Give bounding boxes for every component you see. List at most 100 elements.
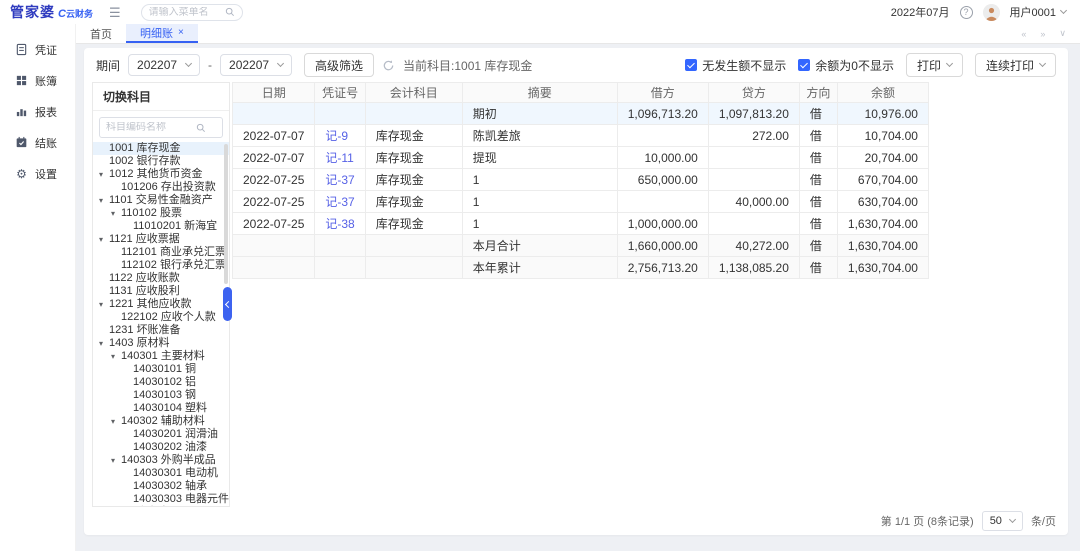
sidebar-item-label: 账簿 <box>35 73 57 89</box>
sidebar-item-设置[interactable]: ⚙设置 <box>0 158 75 189</box>
tree-item-label: 14030302 轴承 <box>133 480 207 493</box>
tree-item[interactable]: 14030103 钢 <box>93 389 229 402</box>
tree-item[interactable]: ▾140303 外购半成品 <box>93 454 229 467</box>
tree-item[interactable]: ▾140301 主要材料 <box>93 350 229 363</box>
tree-expand-icon[interactable]: ▾ <box>111 454 121 467</box>
tree-item[interactable]: 1002 银行存款 <box>93 155 229 168</box>
zero-balance-checkbox[interactable]: 余额为0不显示 <box>798 57 894 74</box>
hamburger-icon[interactable]: ☰ <box>109 6 121 19</box>
tree-item[interactable]: 14030104 塑料 <box>93 402 229 415</box>
print-button[interactable]: 打印 <box>906 53 963 77</box>
app-logo[interactable]: 管家婆 C 云财务 <box>10 2 93 22</box>
tree-item-label: 14030102 铝 <box>133 376 196 389</box>
tree-item-label: 122102 应收个人款 <box>121 311 216 324</box>
tree-item[interactable]: 1122 应收账款 <box>93 272 229 285</box>
tree-item-label: 1403 原材料 <box>109 337 170 350</box>
tree-scrollbar[interactable] <box>224 144 228 284</box>
cell-dir: 借 <box>799 257 837 279</box>
ledger-card: 期间 202207 - 202207 高级筛选 当前科目:1001 库存现金 <box>84 48 1068 535</box>
column-header-借方: 借方 <box>617 83 708 103</box>
tree-item[interactable]: 1131 应收股利 <box>93 285 229 298</box>
tree-item[interactable]: ▾1101 交易性金融资产 <box>93 194 229 207</box>
tree-expand-icon[interactable]: ▾ <box>111 350 121 363</box>
tree-item-label: 14030103 钢 <box>133 389 196 402</box>
tree-item[interactable]: 14030302 轴承 <box>93 480 229 493</box>
tab-scroll-right-icon[interactable]: » <box>1040 29 1045 39</box>
tree-collapse-handle[interactable] <box>223 287 232 321</box>
avatar[interactable] <box>983 4 1000 21</box>
voucher-link[interactable]: 记-9 <box>325 129 348 143</box>
tree-item[interactable]: 1001 库存现金 <box>93 142 229 155</box>
ledger-table-wrap: 日期凭证号会计科目摘要借方贷方方向余额 期初1,096,713.201,097,… <box>232 82 929 507</box>
sidebar-item-结账[interactable]: 结账 <box>0 127 75 158</box>
tree-item[interactable]: 14030202 油漆 <box>93 441 229 454</box>
logo-brand-text: 管家婆 <box>10 2 55 22</box>
tree-item[interactable]: 101206 存出投资款 <box>93 181 229 194</box>
voucher-link[interactable]: 记-37 <box>325 173 354 187</box>
table-row: 2022-07-25记-37库存现金1650,000.00借670,704.00 <box>233 169 929 191</box>
tree-item[interactable]: 14030301 电动机 <box>93 467 229 480</box>
sidebar-item-报表[interactable]: 报表 <box>0 96 75 127</box>
tree-item[interactable]: 11010201 新海宜 <box>93 220 229 233</box>
menu-search-input[interactable] <box>149 7 225 18</box>
tree-expand-icon[interactable]: ▾ <box>111 415 121 428</box>
tree-item[interactable]: ▾110102 股票 <box>93 207 229 220</box>
tree-item-label: 14030301 电动机 <box>133 467 218 480</box>
tab-首页[interactable]: 首页 <box>76 24 126 43</box>
voucher-link[interactable]: 记-38 <box>325 217 354 231</box>
tree-item[interactable]: 14030102 铝 <box>93 376 229 389</box>
tree-item-label: 14030101 铜 <box>133 363 196 376</box>
period-to-select[interactable]: 202207 <box>220 54 292 76</box>
tree-search-input[interactable] <box>106 122 196 133</box>
tree-item[interactable]: 14030201 润滑油 <box>93 428 229 441</box>
sidebar-item-账簿[interactable]: 账簿 <box>0 65 75 96</box>
tree-expand-icon[interactable]: ▾ <box>99 168 109 181</box>
tree-item[interactable]: ▾1121 应收票据 <box>93 233 229 246</box>
tree-item[interactable]: 14030101 铜 <box>93 363 229 376</box>
menu-search-box[interactable] <box>141 4 243 21</box>
tree-item[interactable]: 14030303 电器元件 <box>93 493 229 506</box>
tab-明细账[interactable]: 明细账× <box>126 24 198 43</box>
tree-item[interactable]: 122102 应收个人款 <box>93 311 229 324</box>
logo-suffix-text: 云财务 <box>66 7 93 20</box>
no-activity-checkbox[interactable]: 无发生额不显示 <box>685 57 786 74</box>
refresh-icon[interactable] <box>382 59 395 72</box>
tree-expand-icon[interactable]: ▾ <box>111 207 121 220</box>
tree-item[interactable]: ▾1221 其他应收款 <box>93 298 229 311</box>
tree-item[interactable]: ▾140302 辅助材料 <box>93 415 229 428</box>
user-menu[interactable]: 用户0001 <box>1010 4 1066 20</box>
voucher-link[interactable]: 记-37 <box>325 195 354 209</box>
cell-debit <box>617 191 708 213</box>
tree-item[interactable]: 1231 坏账准备 <box>93 324 229 337</box>
sidebar-item-凭证[interactable]: 凭证 <box>0 34 75 65</box>
help-icon[interactable]: ? <box>960 6 973 19</box>
tree-expand-icon[interactable]: ▾ <box>99 337 109 350</box>
table-row: 2022-07-25记-37库存现金140,000.00借630,704.00 <box>233 191 929 213</box>
cell-credit: 40,000.00 <box>708 191 799 213</box>
pagination-bar: 第 1/1 页 (8条记录) 50 条/页 <box>84 507 1068 535</box>
tree-item-label: 1101 交易性金融资产 <box>109 194 213 207</box>
close-icon[interactable]: × <box>178 27 184 38</box>
tree-expand-icon[interactable]: ▾ <box>99 298 109 311</box>
tree-item-label: 110102 股票 <box>121 207 182 220</box>
advanced-filter-button[interactable]: 高级筛选 <box>304 53 374 77</box>
tree-expand-icon[interactable]: ▾ <box>99 233 109 246</box>
cell-subject <box>365 103 462 125</box>
tree-item[interactable]: 112102 银行承兑汇票 <box>93 259 229 272</box>
tab-scroll-left-icon[interactable]: « <box>1021 29 1026 39</box>
tree-item[interactable]: 112101 商业承兑汇票 <box>93 246 229 259</box>
sidebar-item-label: 结账 <box>35 135 57 151</box>
cell-summary: 1 <box>462 169 617 191</box>
search-icon <box>225 7 235 17</box>
tree-search-box[interactable] <box>99 117 223 138</box>
cell-balance: 10,704.00 <box>837 125 928 147</box>
tree-expand-icon[interactable]: ▾ <box>99 194 109 207</box>
ledger-table: 日期凭证号会计科目摘要借方贷方方向余额 期初1,096,713.201,097,… <box>232 82 929 279</box>
tree-item[interactable]: ▾1012 其他货币资金 <box>93 168 229 181</box>
tree-item[interactable]: ▾1403 原材料 <box>93 337 229 350</box>
print-continuous-button[interactable]: 连续打印 <box>975 53 1056 77</box>
page-size-select[interactable]: 50 <box>982 511 1023 531</box>
period-from-select[interactable]: 202207 <box>128 54 200 76</box>
voucher-link[interactable]: 记-11 <box>325 151 353 165</box>
tab-menu-icon[interactable]: ∨ <box>1059 28 1066 39</box>
